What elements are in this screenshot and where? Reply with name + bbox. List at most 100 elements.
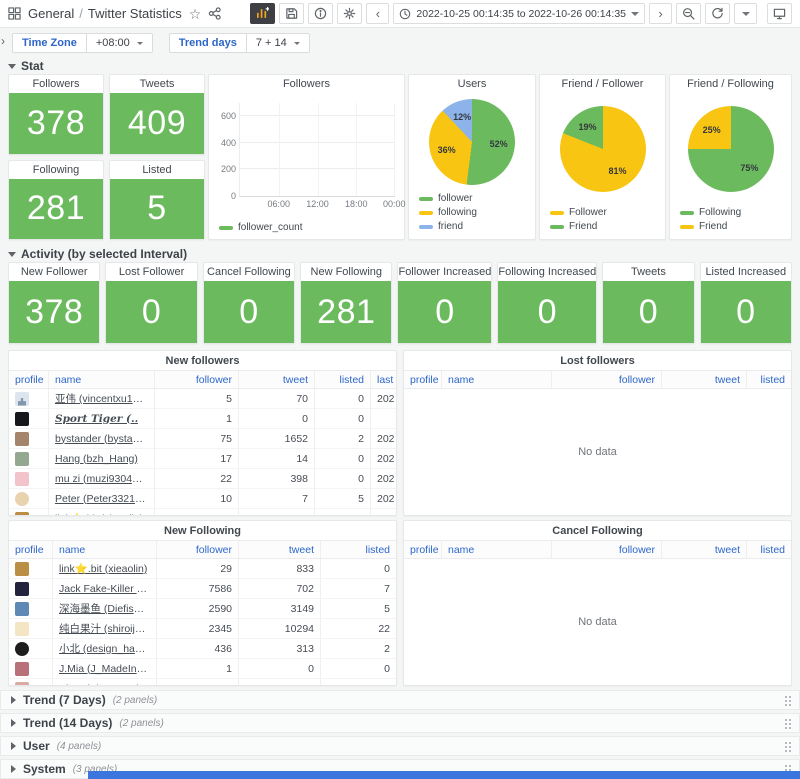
column-header-tweet[interactable]: tweet: [662, 371, 747, 388]
share-icon[interactable]: [208, 7, 221, 20]
users-pie-panel[interactable]: Users52%36%12%followerfollowingfriend: [408, 74, 536, 240]
avatar[interactable]: [15, 412, 29, 426]
profile-link[interactable]: 亚伟 (vincentxu1318): [55, 391, 148, 406]
trend-days-variable: Trend days 7 + 14: [169, 33, 310, 53]
add-panel-button[interactable]: [250, 3, 275, 24]
column-header-follower[interactable]: follower: [157, 541, 239, 558]
avatar[interactable]: [15, 492, 29, 506]
profile-link[interactable]: mu zi (muzi930409..: [55, 473, 148, 485]
chart-legend[interactable]: follower_count: [219, 222, 302, 233]
section-header-stat[interactable]: Stat: [8, 59, 44, 73]
kiosk-mode-button[interactable]: [767, 3, 792, 24]
stat-panel[interactable]: New Following281: [300, 262, 392, 344]
trend-days-dropdown[interactable]: 7 + 14: [247, 33, 310, 53]
avatar[interactable]: [15, 662, 29, 676]
timezone-dropdown[interactable]: +08:00: [87, 33, 153, 53]
legend-item[interactable]: Follower: [550, 207, 607, 218]
stat-panel[interactable]: Cancel Following0: [203, 262, 295, 344]
column-header-tweet[interactable]: tweet: [239, 541, 321, 558]
dashboards-grid-icon[interactable]: [8, 7, 21, 20]
profile-link[interactable]: Peter (Peter332167..: [55, 493, 148, 505]
column-header-profile[interactable]: profile: [404, 541, 442, 558]
drag-handle-icon[interactable]: [784, 741, 792, 753]
column-header-tweet[interactable]: tweet: [662, 541, 747, 558]
profile-link[interactable]: bystander (bystand..: [55, 433, 148, 445]
avatar[interactable]: [15, 432, 29, 446]
profile-link[interactable]: J.Mia (J_MadeInApril): [59, 663, 150, 675]
avatar[interactable]: [15, 622, 29, 636]
column-header-follower[interactable]: follower: [155, 371, 239, 388]
avatar[interactable]: [15, 602, 29, 616]
avatar[interactable]: [15, 642, 29, 656]
breadcrumb-folder[interactable]: General: [28, 6, 74, 21]
column-header-name[interactable]: name: [442, 371, 552, 388]
dashboard-settings-button[interactable]: [337, 3, 362, 24]
profile-link[interactable]: Ebco (Ebco1996): [59, 683, 140, 686]
favorite-star-icon[interactable]: ☆: [189, 7, 202, 21]
expand-menu-icon[interactable]: ›: [1, 34, 5, 48]
column-header-name[interactable]: name: [53, 541, 157, 558]
dashboard-info-button[interactable]: [308, 3, 333, 24]
column-header-listed[interactable]: listed: [747, 371, 791, 388]
column-header-profile[interactable]: profile: [9, 371, 49, 388]
stat-panel[interactable]: New Follower378: [8, 262, 100, 344]
legend-item[interactable]: Friend: [550, 221, 597, 232]
avatar[interactable]: [15, 682, 29, 686]
friend-follower-pie-panel[interactable]: Friend / Follower81%19%FollowerFriend: [539, 74, 666, 240]
stat-panel[interactable]: Lost Follower0: [105, 262, 197, 344]
column-header-listed[interactable]: listed: [321, 541, 396, 558]
avatar[interactable]: [15, 392, 29, 406]
stat-panel[interactable]: Follower Increased0: [397, 262, 492, 344]
column-header-profile[interactable]: profile: [404, 371, 442, 388]
collapsed-row-trend-7-days-[interactable]: Trend (7 Days)(2 panels): [0, 690, 800, 710]
stat-panel[interactable]: Listed Increased0: [700, 262, 792, 344]
column-header-listed[interactable]: listed: [747, 541, 791, 558]
save-dashboard-button[interactable]: [279, 3, 304, 24]
profile-link[interactable]: link⭐.bit (xieaolin): [55, 512, 143, 515]
avatar[interactable]: [15, 562, 29, 576]
profile-link[interactable]: 小北 (design_hacking): [59, 641, 150, 656]
friend-following-pie-panel[interactable]: Friend / Following75%25%FollowingFriend: [669, 74, 792, 240]
drag-handle-icon[interactable]: [784, 718, 792, 730]
column-header-follower[interactable]: follower: [552, 371, 662, 388]
legend-item[interactable]: Following: [680, 207, 741, 218]
stat-panel[interactable]: Following Increased0: [497, 262, 597, 344]
time-range-back-button[interactable]: ‹: [366, 3, 389, 24]
followers-chart-panel[interactable]: Followers 600 400 200 0 06:00 12:00 18:0…: [208, 74, 405, 240]
profile-link[interactable]: 深海墨鱼 (Diefish666): [59, 601, 150, 616]
legend-item[interactable]: follower: [419, 193, 472, 204]
drag-handle-icon[interactable]: [784, 695, 792, 707]
stat-panel[interactable]: Following281: [8, 160, 104, 241]
legend-item[interactable]: friend: [419, 221, 463, 232]
profile-link[interactable]: 纯白果汁 (shiroijusu): [59, 621, 150, 636]
stat-panel[interactable]: Tweets409: [109, 74, 205, 155]
column-header-profile[interactable]: profile: [9, 541, 53, 558]
avatar[interactable]: [15, 452, 29, 466]
column-header-follower[interactable]: follower: [552, 541, 662, 558]
zoom-out-button[interactable]: [676, 3, 701, 24]
legend-item[interactable]: Friend: [680, 221, 727, 232]
collapsed-row-trend-14-days-[interactable]: Trend (14 Days)(2 panels): [0, 713, 800, 733]
profile-link[interactable]: link⭐.bit (xieaolin): [59, 562, 147, 575]
stat-panel[interactable]: Listed5: [109, 160, 205, 241]
avatar[interactable]: [15, 512, 29, 516]
profile-link[interactable]: Hang (bzh_Hang): [55, 453, 138, 465]
column-header-name[interactable]: name: [442, 541, 552, 558]
avatar[interactable]: [15, 472, 29, 486]
column-header-name[interactable]: name: [49, 371, 155, 388]
collapsed-row-user[interactable]: User(4 panels): [0, 736, 800, 756]
legend-item[interactable]: following: [419, 207, 477, 218]
column-header-listed[interactable]: listed: [315, 371, 371, 388]
stat-panel[interactable]: Tweets0: [602, 262, 694, 344]
profile-link[interactable]: Sport Tiger (..: [55, 413, 138, 425]
time-range-forward-button[interactable]: ›: [649, 3, 672, 24]
refresh-interval-dropdown[interactable]: [734, 3, 757, 24]
column-header-tweet[interactable]: tweet: [239, 371, 315, 388]
column-header-last[interactable]: last: [371, 371, 396, 388]
stat-panel[interactable]: Followers378: [8, 74, 104, 155]
section-header-activity[interactable]: Activity (by selected Interval): [8, 247, 187, 261]
profile-link[interactable]: Jack Fake-Killer (Phish..: [59, 583, 150, 595]
time-range-picker[interactable]: 2022-10-25 00:14:35 to 2022-10-26 00:14:…: [393, 3, 645, 24]
avatar[interactable]: [15, 582, 29, 596]
refresh-button[interactable]: [705, 3, 730, 24]
